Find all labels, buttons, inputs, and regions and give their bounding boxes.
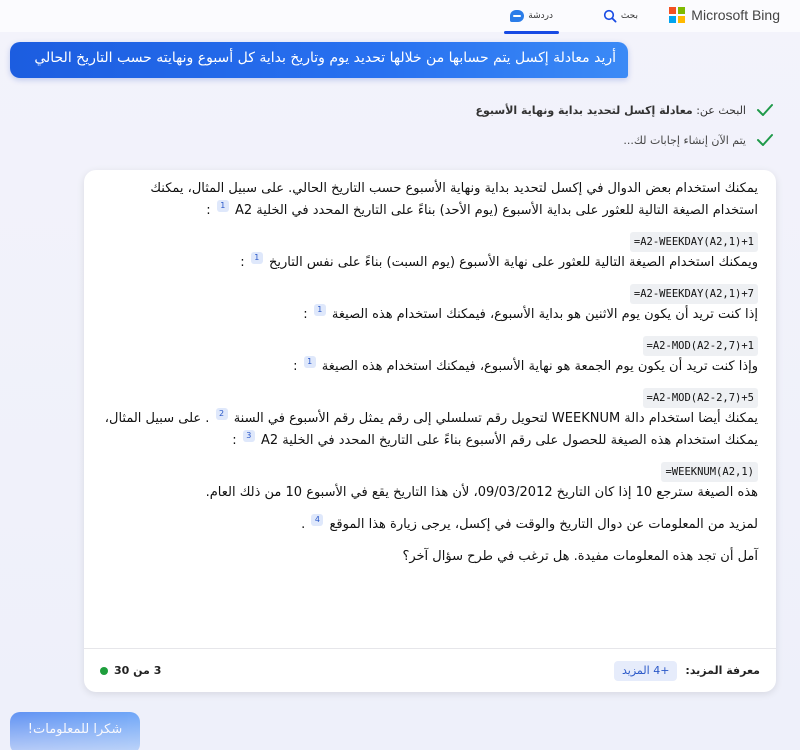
formula-code: =A2-MOD(A2-2,7)+1 (642, 336, 758, 356)
answer-text: : (206, 203, 211, 218)
answer-text: لمزيد من المعلومات عن دوال التاريخ والوق… (329, 517, 758, 532)
tab-search-label: بحث (620, 11, 638, 21)
more-sources-button[interactable]: +4 المزيد (614, 660, 678, 681)
answer-text: . (301, 517, 306, 532)
answer-text: يمكنك استخدام بعض الدوال في إكسل لتحديد … (150, 181, 758, 218)
answer-paragraph: هذه الصيغة سترجع 10 إذا كان التاريخ 09/0… (205, 485, 758, 500)
formula-code: =A2-WEEKDAY(A2,1)+7 (629, 284, 758, 304)
generating-status: يتم الآن إنشاء إجابات لك... (623, 133, 774, 147)
turn-counter: 3 من 30 (100, 660, 161, 682)
answer-paragraph: يمكنك استخدام بعض الدوال في إكسل لتحديد … (102, 178, 758, 222)
citation-link[interactable]: 3 (242, 430, 255, 442)
microsoft-logo-icon (669, 7, 685, 23)
bing-logo[interactable]: Microsoft Bing (669, 5, 780, 25)
answer-paragraph: إذا كنت تريد أن يكون يوم الاثنين هو بداي… (102, 304, 758, 326)
formula-code: =A2-MOD(A2-2,7)+5 (642, 388, 758, 408)
search-status-term: معادلة إكسل لتحديد بداية ونهاية الأسبوع (475, 103, 693, 117)
generating-status-text: يتم الآن إنشاء إجابات لك... (623, 133, 746, 147)
answer-text: يمكنك أيضا استخدام دالة WEEKNUM لتحويل ر… (233, 411, 758, 426)
tab-chat-label: دردشة (528, 11, 553, 21)
tab-chat[interactable]: دردشة (504, 4, 559, 34)
brand-name: Microsoft Bing (691, 7, 780, 23)
suggestion-chip[interactable]: شكرا للمعلومات! (10, 712, 140, 750)
learn-more-label: معرفة المزيد: (685, 663, 760, 677)
turn-counter-text: 3 من 30 (114, 663, 162, 677)
status-dot-icon (100, 666, 108, 675)
answer-text: ويمكنك استخدام الصيغة التالية للعثور على… (268, 255, 758, 270)
check-icon (757, 104, 773, 116)
citation-link[interactable]: 2 (215, 408, 228, 420)
answer-text: : (240, 255, 245, 270)
answer-text: وإذا كنت تريد أن يكون يوم الجمعة هو نهاي… (321, 359, 758, 374)
formula-code: =WEEKNUM(A2,1) (661, 462, 758, 482)
citation-link[interactable]: 4 (311, 514, 324, 526)
learn-more: معرفة المزيد: +4 المزيد (614, 660, 760, 682)
tab-search[interactable]: بحث (603, 4, 638, 28)
citation-link[interactable]: 1 (250, 252, 263, 264)
top-bar: Microsoft Bing بحث دردشة (0, 0, 800, 34)
answer-paragraph: آمل أن تجد هذه المعلومات مفيدة. هل ترغب … (402, 549, 758, 564)
search-status: البحث عن: معادلة إكسل لتحديد بداية ونهاي… (476, 103, 775, 117)
answer-text: : (303, 307, 308, 322)
answer-paragraph: وإذا كنت تريد أن يكون يوم الجمعة هو نهاي… (102, 356, 758, 378)
user-message-bubble: أريد معادلة إكسل يتم حسابها من خلالها تح… (10, 42, 628, 78)
answer-paragraph: ويمكنك استخدام الصيغة التالية للعثور على… (102, 252, 758, 274)
chat-icon (510, 10, 525, 22)
answer-text: : (293, 359, 298, 374)
answer-text: : (232, 433, 237, 448)
answer-footer: معرفة المزيد: +4 المزيد 3 من 30 (84, 648, 776, 692)
answer-text: إذا كنت تريد أن يكون يوم الاثنين هو بداي… (331, 307, 758, 322)
citation-link[interactable]: 1 (313, 304, 326, 316)
citation-link[interactable]: 1 (303, 356, 316, 368)
search-icon (603, 9, 617, 23)
answer-card: يمكنك استخدام بعض الدوال في إكسل لتحديد … (84, 170, 776, 692)
citation-link[interactable]: 1 (216, 200, 229, 212)
check-icon (757, 134, 773, 146)
formula-code: =A2-WEEKDAY(A2,1)+1 (629, 232, 758, 252)
answer-paragraph: يمكنك أيضا استخدام دالة WEEKNUM لتحويل ر… (102, 408, 758, 452)
search-status-prefix: البحث عن: (696, 103, 746, 117)
answer-paragraph: لمزيد من المعلومات عن دوال التاريخ والوق… (102, 514, 758, 536)
